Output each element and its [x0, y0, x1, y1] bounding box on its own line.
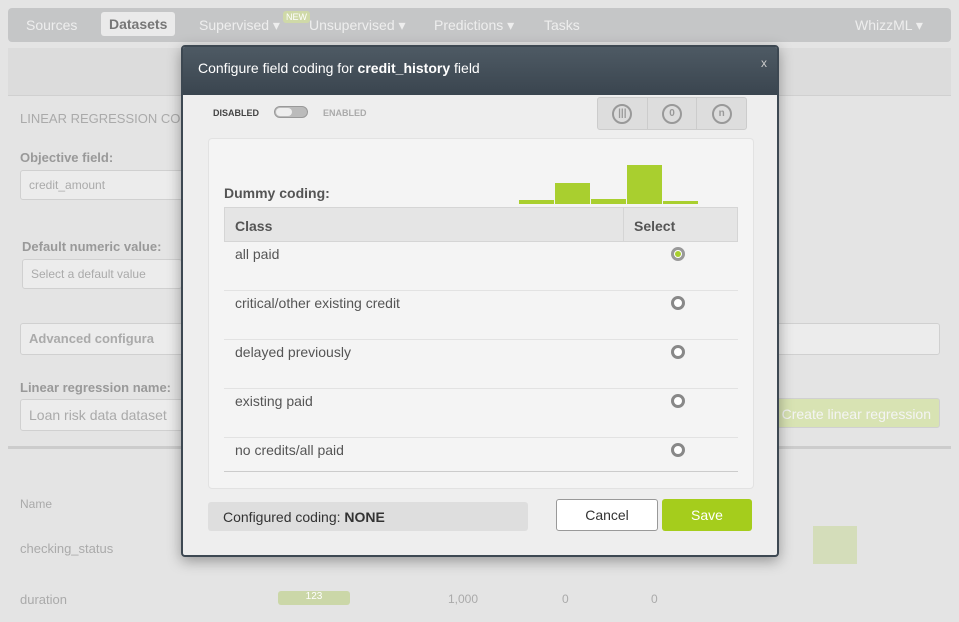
select-radio[interactable]	[671, 345, 685, 359]
field-coding-dialog: Configure field coding for credit_histor…	[181, 45, 779, 557]
col-class: Class	[235, 218, 273, 234]
class-label: all paid	[235, 246, 280, 262]
select-radio[interactable]	[671, 247, 685, 261]
contrast-coding-icon: 0	[662, 103, 682, 124]
default-label: Default numeric value:	[22, 239, 162, 254]
dialog-title-suffix: field	[450, 60, 480, 76]
table-header: Class Select	[224, 207, 738, 242]
histogram-bar	[663, 201, 698, 204]
configured-label: Configured coding:	[223, 509, 345, 525]
class-label: existing paid	[235, 393, 313, 409]
create-button[interactable]: Create linear regression	[760, 398, 940, 428]
nav-whizzml[interactable]: WhizzML ▾	[855, 17, 923, 34]
nav-sources[interactable]: Sources	[26, 17, 77, 33]
col-name: Name	[20, 497, 53, 511]
configured-value: NONE	[344, 509, 385, 525]
name-label: Linear regression name:	[20, 380, 171, 395]
histogram-bar	[555, 183, 590, 204]
class-label: delayed previously	[235, 344, 351, 360]
missing: 0	[562, 592, 569, 606]
field-name: credit_history	[357, 60, 451, 76]
save-button[interactable]: Save	[662, 499, 752, 531]
type-badge: 123	[278, 591, 350, 605]
dialog-header: Configure field coding for credit_histor…	[183, 47, 777, 95]
row-name[interactable]: duration	[20, 592, 67, 607]
table-row: delayed previously	[224, 340, 738, 389]
configured-coding: Configured coding: NONE	[208, 502, 528, 531]
col-select: Select	[623, 208, 685, 241]
table-row: all paid	[224, 242, 738, 291]
name-input[interactable]: Loan risk data dataset	[20, 399, 190, 431]
dialog-title: Configure field coding for	[198, 60, 358, 76]
nav-datasets[interactable]: Datasets	[101, 12, 176, 36]
row-name[interactable]: checking_status	[20, 541, 113, 556]
histogram-bar	[627, 165, 662, 204]
objective-field[interactable]: credit_amount	[20, 170, 190, 200]
enabled-label: ENABLED	[323, 108, 367, 118]
new-badge: NEW	[283, 11, 310, 23]
nav-predictions[interactable]: Predictions ▾	[434, 17, 514, 34]
other-coding-icon: n	[711, 103, 732, 124]
dummy-coding-panel: Dummy coding: Class Select all paid criti…	[208, 138, 754, 489]
contrast-coding-button[interactable]: 0	[648, 98, 698, 129]
default-select[interactable]: Select a default value	[22, 259, 182, 289]
cancel-button[interactable]: Cancel	[556, 499, 658, 531]
dummy-coding-button[interactable]: |||	[598, 98, 648, 129]
section-title: LINEAR REGRESSION CON	[20, 111, 190, 126]
disabled-label: DISABLED	[213, 108, 260, 118]
class-label: critical/other existing credit	[235, 295, 400, 311]
select-radio[interactable]	[671, 443, 685, 457]
other-coding-button[interactable]: n	[697, 98, 746, 129]
table-row: no credits/all paid	[224, 438, 738, 471]
select-radio[interactable]	[671, 394, 685, 408]
toggle-knob	[276, 108, 292, 116]
table-row: existing paid	[224, 389, 738, 438]
nav-supervised[interactable]: Supervised ▾	[199, 17, 280, 34]
coding-toggle[interactable]	[274, 106, 308, 118]
count: 1,000	[448, 592, 479, 606]
select-radio[interactable]	[671, 296, 685, 310]
class-table: Class Select all paid critical/other exis…	[224, 207, 738, 472]
dummy-coding-icon: |||	[612, 103, 633, 124]
table-row: critical/other existing credit	[224, 291, 738, 340]
histogram-bar	[519, 200, 554, 204]
histogram-bar	[813, 526, 857, 564]
class-label: no credits/all paid	[235, 442, 344, 458]
coding-type-buttons: ||| 0 n	[597, 97, 747, 130]
errors: 0	[651, 592, 658, 606]
nav-tasks[interactable]: Tasks	[544, 17, 580, 33]
histogram-bar	[591, 199, 626, 204]
nav-unsupervised[interactable]: Unsupervised ▾	[309, 17, 406, 34]
close-button[interactable]: x	[761, 56, 767, 70]
dummy-coding-title: Dummy coding:	[224, 185, 330, 201]
objective-label: Objective field:	[20, 150, 114, 165]
top-nav: Sources Datasets Supervised ▾ NEW Unsupe…	[8, 8, 951, 42]
